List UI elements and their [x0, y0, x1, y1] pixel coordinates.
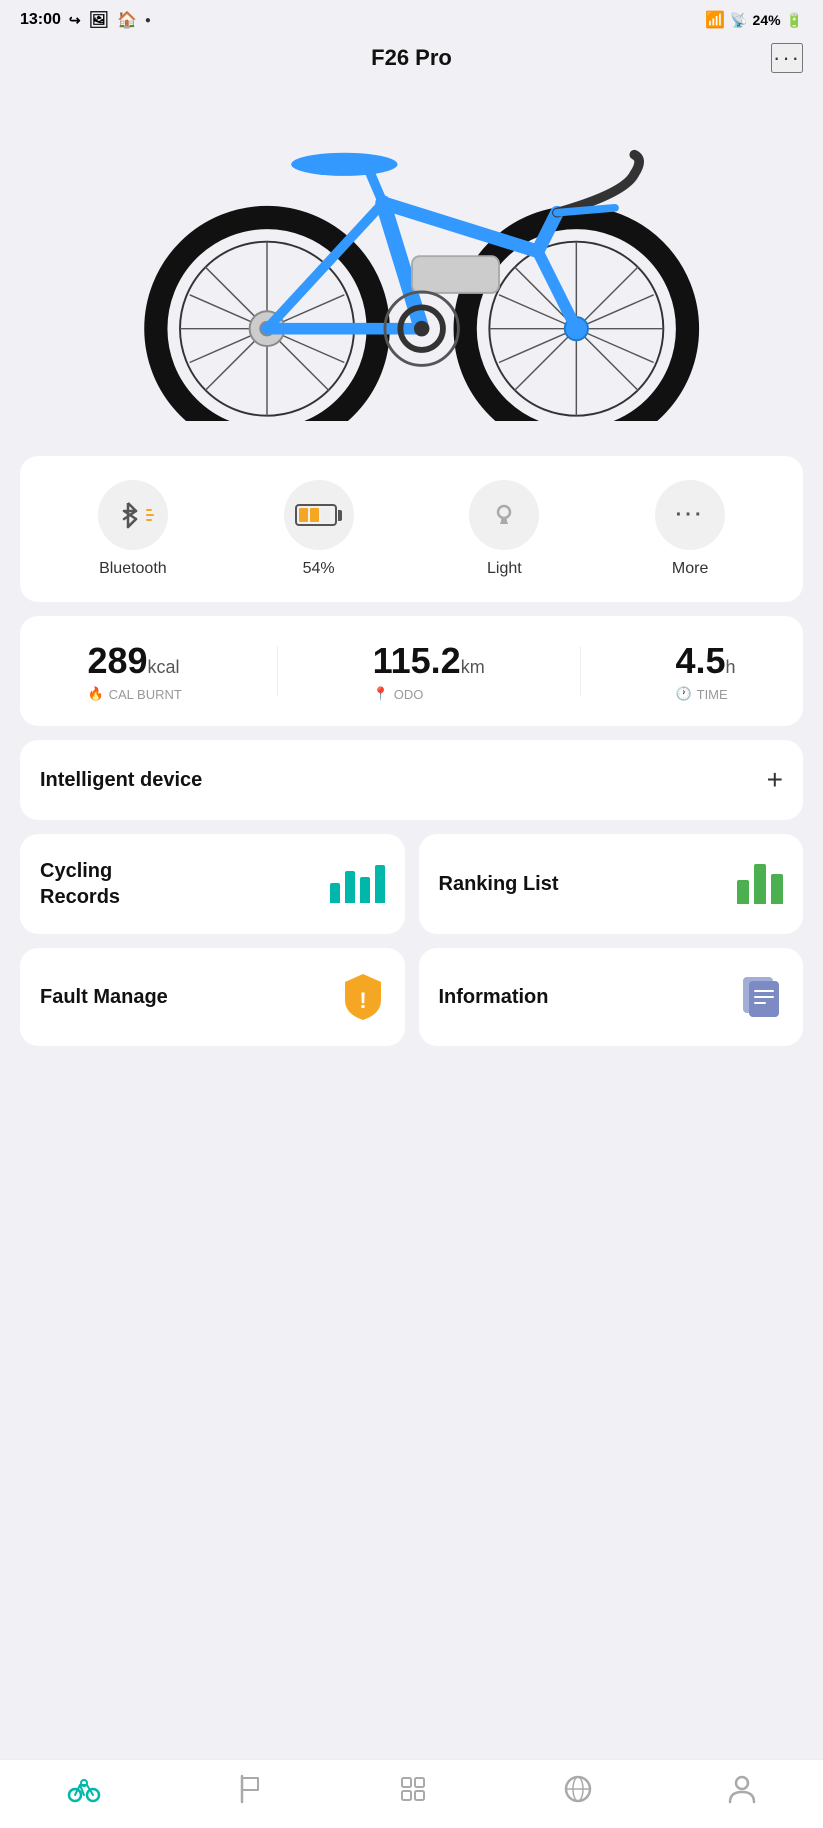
time-label: 🕐 TIME — [675, 686, 727, 702]
stat-time: 4.5h 🕐 TIME — [675, 640, 735, 702]
bluetooth-icon — [112, 499, 154, 531]
location-icon: 📍 — [373, 686, 389, 702]
add-device-button[interactable]: + — [767, 764, 783, 796]
fault-manage-icon: ! — [341, 972, 385, 1022]
status-left: 13:00 ↪ 🖼 🏠 ● — [20, 10, 151, 30]
bluetooth-label: Bluetooth — [99, 560, 167, 578]
light-icon-circle — [469, 480, 539, 550]
light-label: Light — [487, 560, 522, 578]
battery-label: 54% — [303, 560, 335, 578]
calories-value: 289kcal — [87, 640, 179, 682]
battery-display-icon — [295, 504, 342, 526]
battery-percent: 24% — [753, 12, 781, 28]
time-value: 4.5h — [675, 640, 735, 682]
fault-manage-card[interactable]: Fault Manage ! — [20, 948, 405, 1046]
cycling-records-icon — [330, 865, 385, 903]
calories-label: 🔥 CAL BURNT — [87, 686, 181, 702]
nav-item-profile[interactable] — [728, 1774, 756, 1804]
more-dots-icon: ··· — [676, 504, 705, 527]
bluetooth-symbol — [112, 499, 144, 531]
bluetooth-icon-circle — [98, 480, 168, 550]
clock-icon: 🕐 — [675, 686, 691, 702]
bike-nav-icon — [67, 1775, 101, 1803]
stat-divider-2 — [580, 646, 581, 696]
signal-icon: 📡 — [730, 12, 747, 29]
ranking-list-card[interactable]: Ranking List — [419, 834, 804, 934]
action-more[interactable]: ··· More — [655, 480, 725, 578]
header: F26 Pro ··· — [0, 35, 823, 76]
intelligent-row: Intelligent device + — [40, 764, 783, 796]
status-home-icon: 🏠 — [117, 10, 137, 30]
quick-actions-row: Bluetooth 54% — [40, 480, 783, 578]
stats-row: 289kcal 🔥 CAL BURNT 115.2km 📍 ODO 4.5h — [40, 640, 783, 702]
stat-distance: 115.2km 📍 ODO — [373, 640, 485, 702]
nav-item-bike[interactable] — [67, 1775, 101, 1803]
routes-nav-icon — [398, 1774, 428, 1804]
status-arrow: ↪ — [69, 12, 81, 29]
bottom-nav — [0, 1759, 823, 1828]
ranking-list-icon — [737, 864, 783, 904]
status-right: 📶 📡 24% 🔋 — [705, 10, 803, 30]
status-bar: 13:00 ↪ 🖼 🏠 ● 📶 📡 24% 🔋 — [0, 0, 823, 35]
action-bluetooth[interactable]: Bluetooth — [98, 480, 168, 578]
more-icon-circle: ··· — [655, 480, 725, 550]
battery-icon-circle — [284, 480, 354, 550]
menu-button[interactable]: ··· — [771, 43, 803, 73]
distance-value: 115.2km — [373, 640, 485, 682]
nav-item-discover[interactable] — [563, 1774, 593, 1804]
stat-calories: 289kcal 🔥 CAL BURNT — [87, 640, 181, 702]
action-battery[interactable]: 54% — [284, 480, 354, 578]
flag-nav-icon — [236, 1774, 264, 1804]
stat-divider-1 — [277, 646, 278, 696]
more-label: More — [672, 560, 708, 578]
intelligent-title: Intelligent device — [40, 769, 202, 792]
grid-cards: CyclingRecords Ranking List Fault Manage… — [20, 834, 803, 1046]
distance-label: 📍 ODO — [373, 686, 424, 702]
book-icon — [739, 973, 783, 1017]
information-card[interactable]: Information — [419, 948, 804, 1046]
intelligent-device-card: Intelligent device + — [20, 740, 803, 820]
nav-item-routes[interactable] — [398, 1774, 428, 1804]
action-light[interactable]: Light — [469, 480, 539, 578]
cycling-records-label: CyclingRecords — [40, 858, 120, 910]
light-icon — [488, 499, 520, 531]
status-time: 13:00 — [20, 11, 61, 29]
information-label: Information — [439, 984, 549, 1010]
nav-item-flag[interactable] — [236, 1774, 264, 1804]
discover-nav-icon — [563, 1774, 593, 1804]
quick-actions-card: Bluetooth 54% — [20, 456, 803, 602]
battery-body — [295, 504, 337, 526]
fire-icon: 🔥 — [87, 686, 103, 702]
bike-illustration — [0, 76, 823, 456]
shield-icon: ! — [341, 972, 385, 1022]
ranking-list-label: Ranking List — [439, 871, 559, 897]
bluetooth-waves — [146, 509, 154, 521]
wifi-icon: 📶 — [705, 10, 725, 30]
battery-tip — [338, 510, 342, 521]
stats-card: 289kcal 🔥 CAL BURNT 115.2km 📍 ODO 4.5h — [20, 616, 803, 726]
svg-text:!: ! — [359, 988, 366, 1013]
fault-manage-label: Fault Manage — [40, 984, 168, 1010]
cycling-records-card[interactable]: CyclingRecords — [20, 834, 405, 934]
status-photo-icon: 🖼 — [89, 10, 109, 30]
page-title: F26 Pro — [371, 45, 452, 71]
profile-nav-icon — [728, 1774, 756, 1804]
status-dot: ● — [145, 15, 151, 26]
battery-icon: 🔋 — [786, 12, 803, 29]
bike-svg — [122, 101, 702, 421]
information-icon — [739, 973, 783, 1022]
